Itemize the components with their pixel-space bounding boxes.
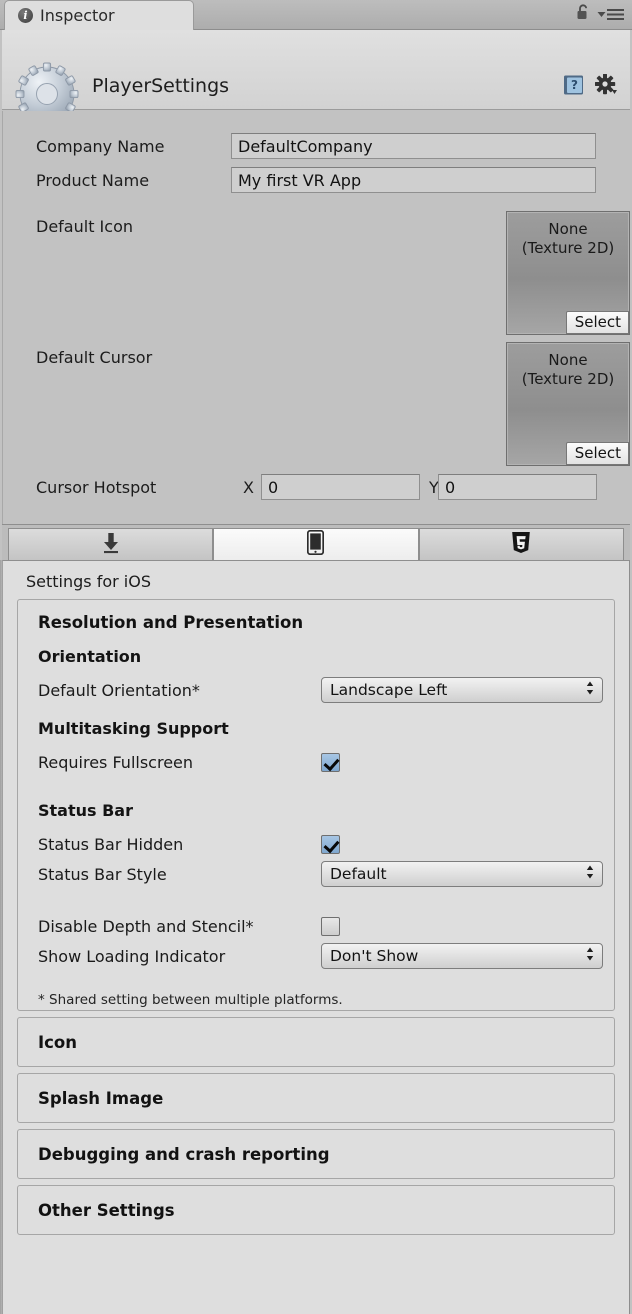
row-default-orientation: Default Orientation* Landscape Left bbox=[38, 675, 614, 705]
default-orientation-dropdown[interactable]: Landscape Left bbox=[321, 677, 603, 703]
show-loading-indicator-value: Don't Show bbox=[330, 947, 419, 965]
tab-inspector-label: Inspector bbox=[40, 6, 115, 25]
requires-fullscreen-label: Requires Fullscreen bbox=[38, 752, 194, 772]
disable-depth-stencil-label: Disable Depth and Stencil* bbox=[38, 916, 254, 936]
status-bar-style-dropdown[interactable]: Default bbox=[321, 861, 603, 887]
default-cursor-label: Default Cursor bbox=[36, 348, 153, 367]
subheading-status-bar: Status Bar bbox=[38, 801, 133, 820]
default-orientation-label: Default Orientation* bbox=[38, 680, 200, 700]
texture-none-label: None bbox=[548, 220, 588, 238]
group-body-resolution: Orientation Default Orientation* Landsca… bbox=[18, 647, 614, 981]
hamburger-menu-icon[interactable] bbox=[597, 8, 624, 21]
default-icon-select-button[interactable]: Select bbox=[565, 311, 629, 334]
shared-setting-footnote: * Shared setting between multiple platfo… bbox=[38, 992, 343, 1008]
row-default-icon: Default Icon bbox=[36, 217, 133, 236]
chevron-updown-icon bbox=[586, 681, 594, 699]
row-status-bar-style: Status Bar Style Default bbox=[38, 859, 614, 889]
status-bar-style-label: Status Bar Style bbox=[38, 864, 167, 884]
group-resolution-and-presentation: Resolution and Presentation Orientation … bbox=[17, 599, 615, 1011]
tab-inspector[interactable]: i Inspector bbox=[4, 0, 194, 30]
texture-type-label: (Texture 2D) bbox=[521, 370, 615, 388]
subheading-multitasking: Multitasking Support bbox=[38, 719, 229, 738]
mobile-phone-icon bbox=[307, 529, 325, 559]
settings-for-platform-title: Settings for iOS bbox=[26, 572, 151, 591]
default-icon-slot-text: None (Texture 2D) bbox=[507, 220, 629, 258]
row-default-cursor: Default Cursor bbox=[36, 348, 152, 367]
row-status-bar-hidden: Status Bar Hidden bbox=[38, 829, 614, 859]
general-properties: Company Name DefaultCompany Product Name… bbox=[2, 111, 630, 524]
group-title-resolution[interactable]: Resolution and Presentation bbox=[18, 600, 614, 643]
company-name-label: Company Name bbox=[36, 136, 165, 156]
default-icon-texture-slot[interactable]: None (Texture 2D) Select bbox=[506, 211, 630, 335]
default-orientation-value: Landscape Left bbox=[330, 681, 448, 699]
row-company-name: Company Name DefaultCompany bbox=[3, 133, 631, 159]
section-icon[interactable]: Icon bbox=[17, 1017, 615, 1067]
row-product-name: Product Name My first VR App bbox=[3, 167, 631, 193]
cursor-hotspot-label: Cursor Hotspot bbox=[36, 477, 157, 497]
window-tab-bar: i Inspector bbox=[0, 0, 632, 30]
default-cursor-texture-slot[interactable]: None (Texture 2D) Select bbox=[506, 342, 630, 466]
status-bar-hidden-label: Status Bar Hidden bbox=[38, 834, 184, 854]
platform-tab-standalone[interactable] bbox=[8, 528, 214, 560]
gear-dropdown-icon[interactable] bbox=[594, 73, 618, 100]
default-cursor-select-button[interactable]: Select bbox=[565, 442, 629, 465]
html5-shield-icon bbox=[511, 531, 531, 558]
texture-none-label: None bbox=[548, 351, 588, 369]
hotspot-y-input[interactable]: 0 bbox=[438, 474, 597, 500]
hotspot-y-label: Y bbox=[429, 477, 439, 497]
platform-tab-ios[interactable] bbox=[213, 528, 419, 560]
lock-open-icon[interactable] bbox=[576, 4, 590, 25]
row-show-loading-indicator: Show Loading Indicator Don't Show bbox=[38, 941, 614, 971]
platform-settings-panel: Settings for iOS Resolution and Presenta… bbox=[2, 560, 630, 1314]
default-cursor-slot-text: None (Texture 2D) bbox=[507, 351, 629, 389]
platform-tab-bar bbox=[2, 524, 630, 560]
status-bar-style-value: Default bbox=[330, 865, 387, 883]
chevron-updown-icon bbox=[586, 865, 594, 883]
info-circle-icon: i bbox=[18, 8, 33, 23]
window-bar-controls bbox=[576, 4, 624, 25]
chevron-updown-icon bbox=[586, 947, 594, 965]
product-name-input[interactable]: My first VR App bbox=[231, 167, 596, 193]
requires-fullscreen-checkbox[interactable] bbox=[321, 752, 340, 772]
hotspot-x-label: X bbox=[243, 477, 254, 497]
svg-text:?: ? bbox=[571, 78, 578, 92]
platform-tab-webgl[interactable] bbox=[418, 528, 624, 560]
asset-title: PlayerSettings bbox=[92, 75, 230, 97]
default-icon-label: Default Icon bbox=[36, 217, 133, 236]
section-splash-image[interactable]: Splash Image bbox=[17, 1073, 615, 1123]
disable-depth-stencil-checkbox[interactable] bbox=[321, 916, 340, 936]
asset-header-controls: ? bbox=[563, 73, 618, 100]
help-book-icon[interactable]: ? bbox=[563, 74, 585, 100]
status-bar-hidden-checkbox[interactable] bbox=[321, 834, 340, 854]
row-disable-depth-stencil: Disable Depth and Stencil* bbox=[38, 911, 614, 941]
section-other-settings[interactable]: Other Settings bbox=[17, 1185, 615, 1235]
hotspot-x-input[interactable]: 0 bbox=[261, 474, 420, 500]
texture-type-label: (Texture 2D) bbox=[521, 239, 615, 257]
asset-header: PlayerSettings ? bbox=[2, 30, 630, 126]
section-debugging-and-crash-reporting[interactable]: Debugging and crash reporting bbox=[17, 1129, 615, 1179]
subheading-orientation: Orientation bbox=[38, 647, 142, 666]
download-arrow-icon bbox=[101, 532, 121, 558]
company-name-input[interactable]: DefaultCompany bbox=[231, 133, 596, 159]
show-loading-indicator-label: Show Loading Indicator bbox=[38, 946, 226, 966]
row-requires-fullscreen: Requires Fullscreen bbox=[38, 747, 614, 777]
row-cursor-hotspot: Cursor Hotspot X 0 Y 0 bbox=[3, 474, 631, 500]
product-name-label: Product Name bbox=[36, 170, 150, 190]
show-loading-indicator-dropdown[interactable]: Don't Show bbox=[321, 943, 603, 969]
